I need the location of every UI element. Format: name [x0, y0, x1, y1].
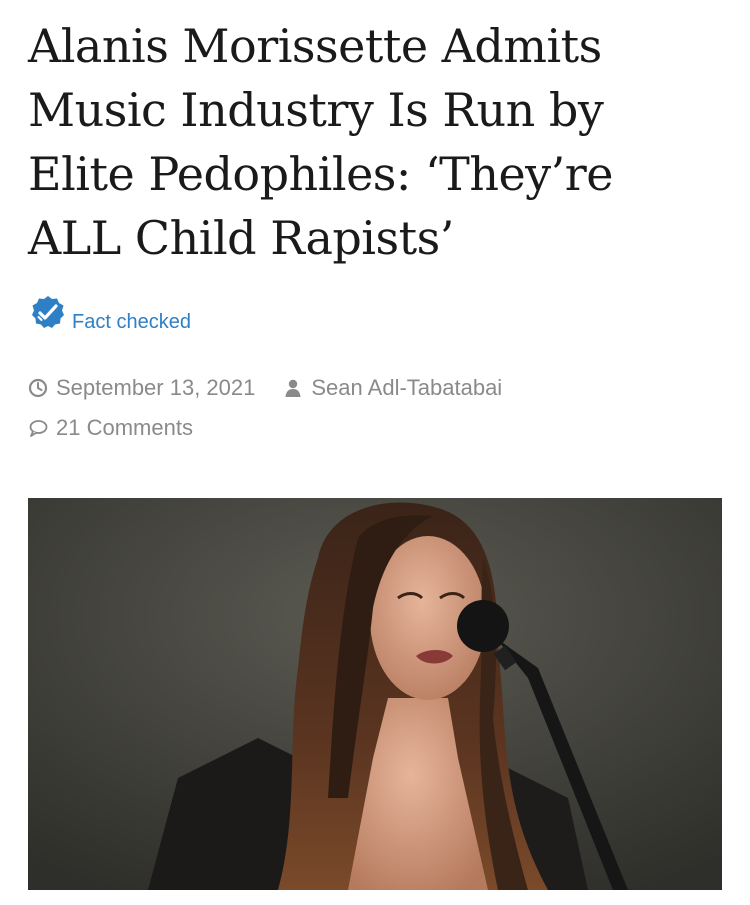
headline-line: Elite Pedophiles: ‘They’re	[28, 147, 614, 201]
article-meta: September 13, 2021 Sean Adl-Tabatabai 21…	[28, 370, 530, 450]
comments-count: 21 Comments	[56, 415, 193, 440]
fact-check-badge[interactable]: Fact checked	[30, 280, 191, 333]
comment-icon	[28, 418, 48, 438]
headline-line: Music Industry Is Run by	[28, 83, 604, 137]
post-date-text: September 13, 2021	[56, 375, 256, 400]
meta-row: 21 Comments	[28, 410, 530, 446]
featured-image[interactable]	[28, 498, 722, 890]
post-author[interactable]: Sean Adl-Tabatabai	[283, 375, 502, 401]
clock-icon	[28, 378, 48, 398]
comments-link[interactable]: 21 Comments	[28, 415, 193, 441]
article-headline[interactable]: Alanis Morissette Admits Music Industry …	[28, 14, 728, 270]
article: Alanis Morissette Admits Music Industry …	[0, 0, 750, 905]
user-icon	[283, 378, 303, 398]
meta-row: September 13, 2021 Sean Adl-Tabatabai	[28, 370, 530, 406]
headline-line: ALL Child Rapists’	[28, 211, 454, 265]
headline-line: Alanis Morissette Admits	[28, 19, 602, 73]
post-date: September 13, 2021	[28, 375, 255, 401]
post-author-name: Sean Adl-Tabatabai	[311, 375, 503, 400]
fact-check-label: Fact checked	[72, 311, 191, 333]
checkmark-badge-icon	[30, 294, 66, 330]
